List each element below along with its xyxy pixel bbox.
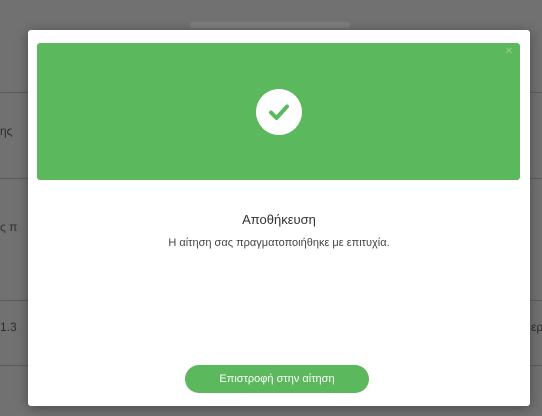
checkmark-circle-icon [255,88,302,135]
modal-success-header: ✕ [37,43,520,180]
modal-title: Αποθήκευση [242,212,316,227]
success-modal: ✕ Αποθήκευση Η αίτηση σας πραγματοποιήθη… [28,30,530,406]
modal-message: Η αίτηση σας πραγματοποιήθηκε με επιτυχί… [168,237,390,249]
background-text-fragment: ς π [0,220,18,234]
checkmark-icon [268,104,289,120]
background-text-fragment: ης [0,124,13,138]
background-text-fragment: ερ [531,320,542,334]
close-icon[interactable]: ✕ [504,47,514,57]
return-to-application-button[interactable]: Επιστροφή στην αίτηση [185,365,369,393]
background-header-strip [190,22,350,28]
background-text-fragment: 1.3 [0,320,17,334]
